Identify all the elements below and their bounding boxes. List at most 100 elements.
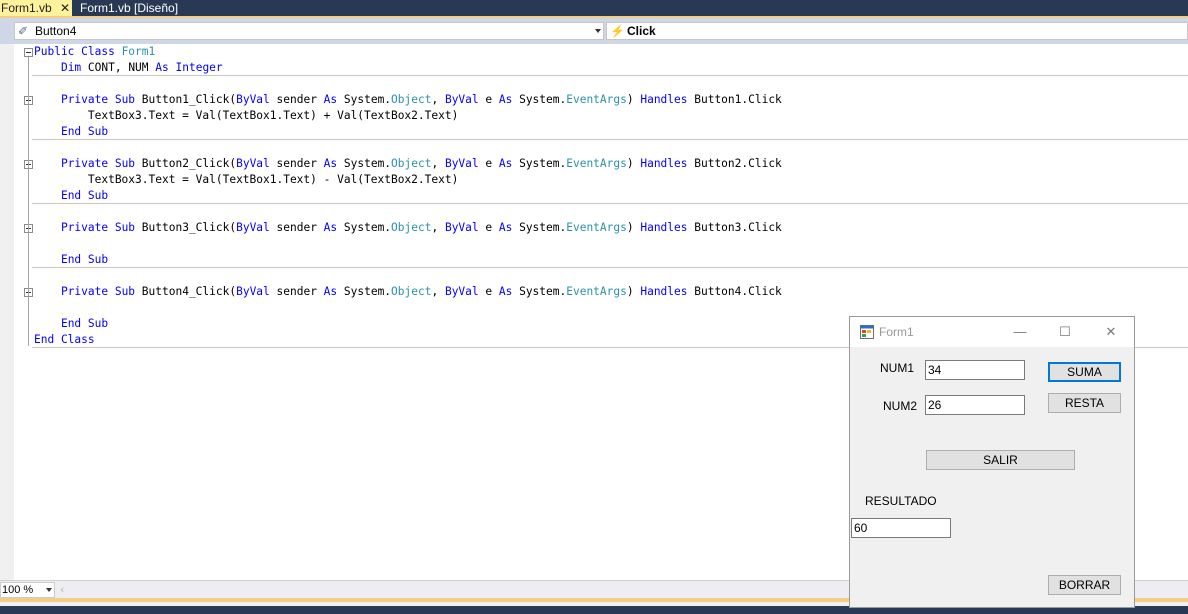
form1-window: Form1 — ☐ ✕ NUM1 34 SUMA NUM2 26 RESTA S… [849,316,1135,608]
code-token: Button4.Click [687,285,782,298]
code-keyword: ByVal [444,285,479,298]
code-line[interactable]: End Sub [34,316,108,332]
code-token: TextBox3.Text = Val(TextBox1.Text) + Val… [34,109,459,122]
code-token: System. [337,157,392,170]
document-tab-strip: Form1.vb ✕ Form1.vb [Diseño] [0,0,1188,18]
code-line[interactable]: Private Sub Button2_Click(ByVal sender A… [34,156,782,172]
tab-label: Form1.vb [1,1,52,15]
code-token: e [478,157,499,170]
tab-form1-designer[interactable]: Form1.vb [Diseño] [74,0,178,16]
code-type: Object [391,157,432,170]
object-dropdown-value: Button4 [35,24,77,38]
close-icon[interactable]: ✕ [1097,323,1125,341]
code-type: EventArgs [566,93,627,106]
chevron-down-icon [46,588,52,592]
code-line[interactable]: Public Class Form1 [34,44,155,60]
form1-title-bar[interactable]: Form1 — ☐ ✕ [850,317,1134,347]
editor-margin [0,44,14,580]
code-line[interactable]: End Sub [34,188,108,204]
code-token: ) [626,221,641,234]
code-line[interactable]: Dim CONT, NUM As Integer [34,60,223,76]
code-keyword: ByVal [444,221,479,234]
code-keyword: As [323,285,338,298]
code-keyword: Private Sub [60,157,136,170]
code-line[interactable]: Private Sub Button3_Click(ByVal sender A… [34,220,782,236]
borrar-button[interactable]: BORRAR [1048,575,1121,595]
close-tab-icon[interactable]: ✕ [60,0,70,16]
collapse-icon[interactable] [24,48,33,57]
code-keyword: End Sub [60,125,109,138]
code-keyword: As [323,157,338,170]
code-keyword: End Sub [60,317,109,330]
num1-label: NUM1 [880,361,915,375]
num2-label: NUM2 [883,399,918,413]
code-line[interactable]: TextBox3.Text = Val(TextBox1.Text) - Val… [34,172,458,188]
code-token: sender [269,285,324,298]
salir-button[interactable]: SALIR [926,450,1075,470]
num1-textbox[interactable]: 34 [925,360,1025,380]
outline-guide [28,169,29,202]
code-line[interactable]: Private Sub Button4_Click(ByVal sender A… [34,284,782,300]
scroll-left-icon[interactable]: ‹ [60,583,64,596]
code-line[interactable]: End Sub [34,124,108,140]
code-keyword: As [498,157,513,170]
code-line[interactable]: End Sub [34,252,108,268]
suma-button[interactable]: SUMA [1048,362,1121,382]
code-token: sender [269,221,324,234]
code-token: System. [337,285,392,298]
component-icon: ✐ [18,24,29,38]
code-token: , [431,285,445,298]
code-token: , [431,221,445,234]
code-type: EventArgs [566,285,627,298]
code-keyword: As [498,285,513,298]
form1-title: Form1 [879,325,914,339]
procedure-separator [32,203,1188,204]
event-dropdown[interactable]: ⚡ Click [606,22,1188,40]
code-token: TextBox3.Text = Val(TextBox1.Text) - Val… [34,173,459,186]
code-keyword: Private Sub [60,93,136,106]
resultado-textbox[interactable]: 60 [851,518,951,538]
outline-guide [28,233,29,266]
code-token: , [431,157,445,170]
code-keyword: Private Sub [60,285,136,298]
code-line[interactable]: Private Sub Button1_Click(ByVal sender A… [34,92,782,108]
code-line[interactable]: End Class [34,332,95,348]
maximize-icon[interactable]: ☐ [1051,323,1079,341]
outline-guide [28,297,29,330]
code-keyword: Integer [175,61,223,74]
object-dropdown[interactable]: ✐ Button4 [14,22,604,40]
code-type: EventArgs [566,221,627,234]
tab-form1-vb[interactable]: Form1.vb ✕ [0,0,72,16]
zoom-dropdown[interactable]: 100 % [0,582,55,598]
code-token: System. [337,93,392,106]
code-keyword: Dim [60,61,82,74]
code-keyword: ByVal [236,285,270,298]
code-token: Button3.Click [687,221,782,234]
code-token: sender [269,157,324,170]
code-keyword: Handles [640,93,688,106]
procedure-separator [32,267,1188,268]
code-keyword: Handles [640,285,688,298]
code-token: , [431,93,445,106]
code-token: e [478,285,499,298]
code-type: Object [391,221,432,234]
resta-button[interactable]: RESTA [1048,393,1121,413]
code-token: e [478,221,499,234]
minimize-icon[interactable]: — [1006,323,1034,341]
code-token: System. [512,157,567,170]
navigation-bar: ✐ Button4 ⚡ Click [0,18,1188,45]
code-keyword: ByVal [444,93,479,106]
code-keyword: End Sub [60,253,109,266]
num2-textbox[interactable]: 26 [925,395,1025,415]
code-token: e [478,93,499,106]
code-keyword: Handles [640,221,688,234]
code-keyword: End Class [34,333,95,346]
zoom-value: 100 % [2,584,34,596]
code-line[interactable]: TextBox3.Text = Val(TextBox1.Text) + Val… [34,108,458,124]
event-dropdown-value: Click [627,24,656,38]
